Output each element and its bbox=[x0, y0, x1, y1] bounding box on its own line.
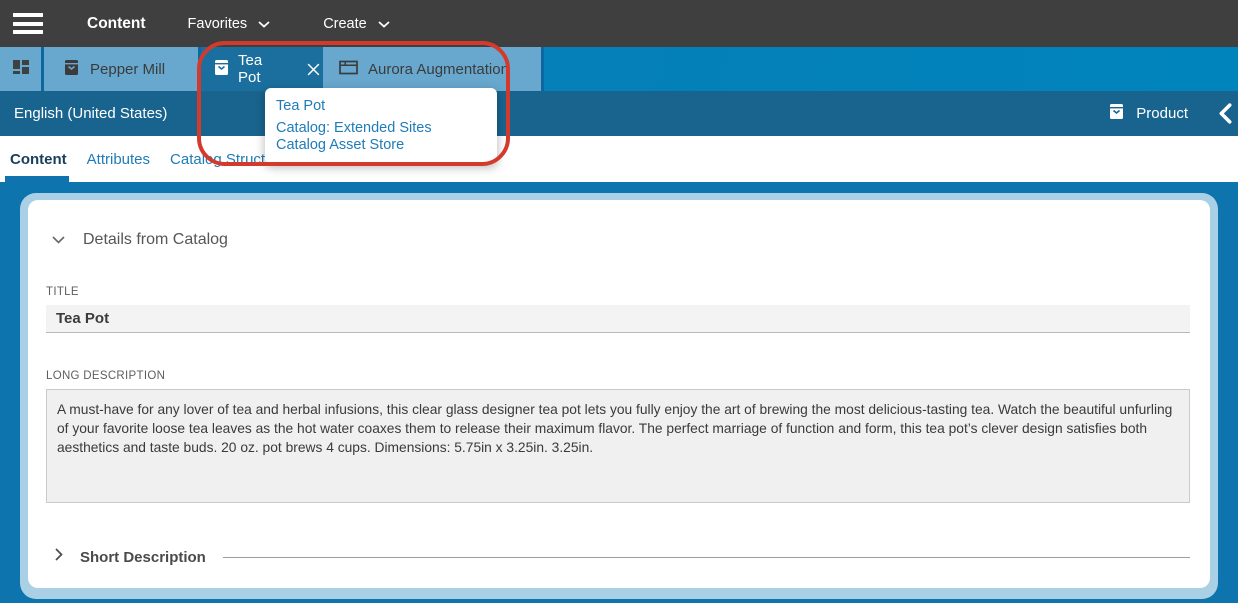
section-title: Short Description bbox=[80, 549, 206, 566]
long-description-field[interactable]: A must-have for any lover of tea and her… bbox=[46, 389, 1190, 503]
tab-aurora-augmentation[interactable]: Aurora Augmentation bbox=[323, 47, 541, 91]
favorites-label: Favorites bbox=[188, 16, 248, 32]
top-bar: Content Favorites Create bbox=[0, 0, 1238, 47]
tab-dashboard[interactable] bbox=[0, 47, 41, 91]
open-items-tab-strip: Pepper Mill Tea Pot Aurora Augmentation bbox=[0, 47, 1238, 91]
tab-tooltip: Tea Pot Catalog: Extended Sites Catalog … bbox=[265, 88, 497, 164]
title-field[interactable]: Tea Pot bbox=[46, 305, 1190, 333]
chevron-down-icon bbox=[378, 16, 390, 32]
entity-type-label: Product bbox=[1136, 105, 1188, 122]
detail-sub-tabs: Content Attributes Catalog Structure bbox=[0, 136, 1238, 182]
tab-label: Tea Pot bbox=[238, 52, 288, 86]
tooltip-catalog-line: Catalog Asset Store bbox=[276, 137, 485, 154]
catalog-icon bbox=[339, 60, 358, 79]
favorites-menu[interactable]: Favorites bbox=[188, 16, 271, 32]
app-title: Content bbox=[87, 15, 146, 33]
section-divider-line bbox=[223, 557, 1190, 558]
tab-pepper-mill[interactable]: Pepper Mill bbox=[44, 47, 198, 91]
tab-content[interactable]: Content bbox=[10, 151, 67, 168]
tooltip-catalog-line: Catalog: Extended Sites bbox=[276, 120, 485, 137]
details-card: Details from Catalog TITLE Tea Pot LONG … bbox=[28, 200, 1210, 588]
short-description-section-header[interactable]: Short Description bbox=[46, 548, 1190, 566]
close-icon[interactable] bbox=[304, 60, 323, 79]
content-area: Details from Catalog TITLE Tea Pot LONG … bbox=[0, 182, 1238, 603]
chevron-down-icon bbox=[52, 231, 65, 249]
create-menu[interactable]: Create bbox=[323, 16, 390, 32]
locale-label: English (United States) bbox=[14, 105, 167, 122]
locale-bar: English (United States) Product bbox=[0, 91, 1238, 136]
product-icon bbox=[64, 59, 79, 80]
details-from-catalog-section-header[interactable]: Details from Catalog bbox=[46, 231, 1190, 249]
product-icon bbox=[1109, 103, 1124, 125]
chevron-down-icon bbox=[258, 16, 270, 32]
product-icon bbox=[214, 59, 229, 80]
chevron-left-icon[interactable] bbox=[1216, 101, 1234, 126]
create-label: Create bbox=[323, 16, 367, 32]
tab-divider bbox=[541, 47, 544, 91]
tab-label: Pepper Mill bbox=[90, 61, 165, 78]
hamburger-menu-icon[interactable] bbox=[13, 13, 43, 34]
dashboard-icon bbox=[12, 58, 30, 80]
card-focus-ring: Details from Catalog TITLE Tea Pot LONG … bbox=[20, 193, 1218, 599]
tooltip-title: Tea Pot bbox=[276, 96, 485, 116]
section-title: Details from Catalog bbox=[83, 231, 228, 249]
long-description-field-label: LONG DESCRIPTION bbox=[46, 370, 1190, 382]
tab-attributes[interactable]: Attributes bbox=[87, 151, 150, 168]
tab-tea-pot-active[interactable]: Tea Pot bbox=[201, 47, 323, 91]
tab-label: Aurora Augmentation bbox=[368, 61, 509, 78]
title-field-label: TITLE bbox=[46, 286, 1190, 298]
chevron-right-icon bbox=[55, 548, 63, 566]
